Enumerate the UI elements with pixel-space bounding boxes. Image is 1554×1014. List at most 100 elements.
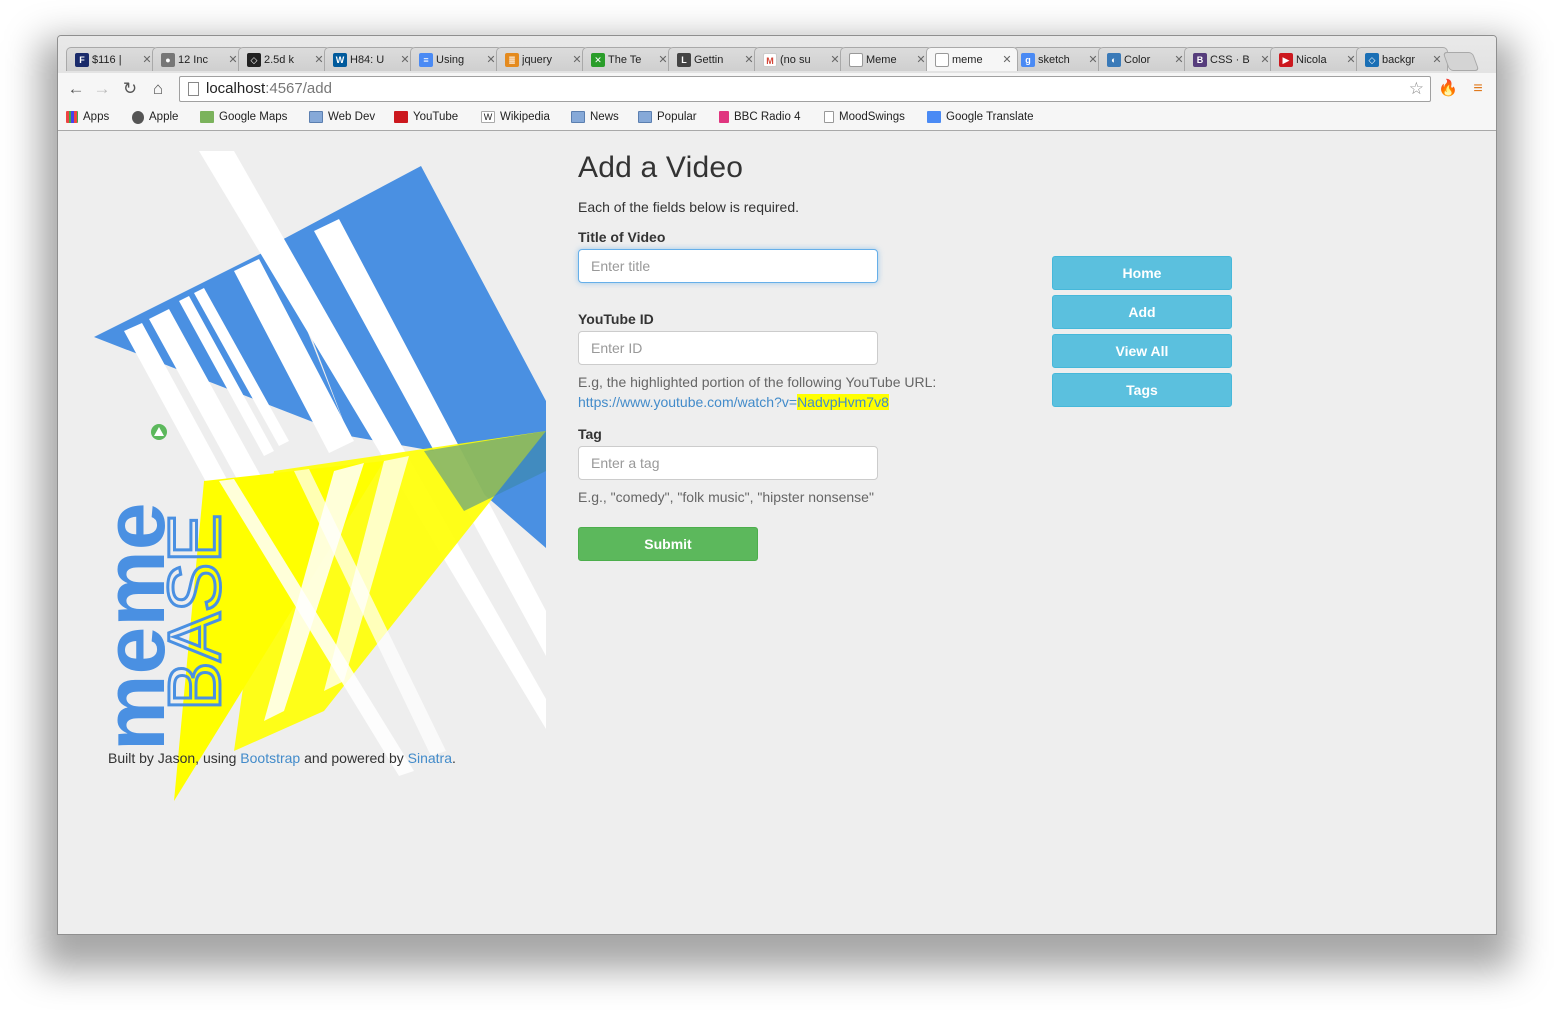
sinatra-link[interactable]: Sinatra bbox=[408, 750, 452, 766]
address-bar[interactable]: localhost:4567/add ☆ bbox=[179, 76, 1431, 102]
youtube-id-label: YouTube ID bbox=[578, 311, 654, 327]
page-icon bbox=[849, 52, 863, 67]
bookmark-popular[interactable]: Popular bbox=[638, 109, 697, 125]
tab[interactable]: B CSS · B ✕ bbox=[1184, 47, 1276, 71]
youtube-help: E.g, the highlighted portion of the foll… bbox=[578, 372, 998, 412]
youtube-example-link[interactable]: https://www.youtube.com/watch?v=NadvpHvm… bbox=[578, 394, 889, 410]
tab[interactable]: ✕ The Te ✕ bbox=[582, 47, 674, 71]
translate-icon bbox=[927, 111, 941, 123]
home-icon[interactable]: ⌂ bbox=[148, 79, 168, 99]
bookmark-youtube[interactable]: YouTube bbox=[394, 109, 458, 125]
x-green-icon: ✕ bbox=[591, 52, 605, 67]
youtube-id-input[interactable] bbox=[578, 331, 878, 365]
tab[interactable]: ● 12 Inc ✕ bbox=[152, 47, 244, 71]
folder-icon bbox=[309, 111, 323, 123]
add-video-form: Add a Video Each of the fields below is … bbox=[578, 151, 998, 561]
tab[interactable]: W H84: U ✕ bbox=[324, 47, 416, 71]
bookmark-bbc-radio-4[interactable]: BBC Radio 4 bbox=[719, 109, 800, 125]
github-icon: ● bbox=[161, 52, 175, 67]
docs-icon: ≡ bbox=[419, 52, 433, 67]
tab[interactable]: ◇ backgr ✕ bbox=[1356, 47, 1448, 71]
close-icon[interactable]: ✕ bbox=[1431, 53, 1443, 66]
youtube-help-text: E.g, the highlighted portion of the foll… bbox=[578, 374, 937, 390]
nav-add-button[interactable]: Add bbox=[1052, 295, 1232, 329]
toolbar: ← → ↻ ⌂ localhost:4567/add ☆ 🔥 ≡ bbox=[58, 73, 1496, 105]
firebug-icon[interactable]: 🔥 bbox=[1438, 79, 1458, 99]
folder-icon bbox=[571, 111, 585, 123]
page-icon bbox=[188, 82, 199, 96]
codepen-icon: ◇ bbox=[1365, 52, 1379, 67]
less-icon: L bbox=[677, 52, 691, 67]
memebase-logo-artwork: meme BASE bbox=[94, 151, 546, 801]
star-icon[interactable]: ☆ bbox=[1409, 77, 1424, 101]
bookmark-apps[interactable]: Apps bbox=[66, 109, 109, 125]
bbc-radio-icon bbox=[719, 111, 729, 123]
youtube-url-id-highlight: NadvpHvm7v8 bbox=[797, 394, 889, 410]
tab[interactable]: g sketch ✕ bbox=[1012, 47, 1104, 71]
tab[interactable]: ◐ Color ✕ bbox=[1098, 47, 1190, 71]
tag-help: E.g., "comedy", "folk music", "hipster n… bbox=[578, 489, 874, 505]
bookmarks-bar: Apps Apple Google Maps Web Dev YouTube W… bbox=[58, 105, 1496, 130]
browser-window: F $116 | ✕ ● 12 Inc ✕ ◇ 2.5d k ✕ W H84: U ✕ ≡ Usi… bbox=[57, 35, 1497, 935]
address-path: :4567/add bbox=[265, 80, 332, 97]
submit-button[interactable]: Submit bbox=[578, 527, 758, 561]
color-icon: ◐ bbox=[1107, 52, 1121, 67]
bookmark-google-translate[interactable]: Google Translate bbox=[927, 109, 1034, 125]
address-host: localhost bbox=[206, 80, 266, 97]
back-icon[interactable]: ← bbox=[66, 79, 86, 99]
folder-icon bbox=[638, 111, 652, 123]
page-icon bbox=[935, 52, 949, 67]
w3c-icon: W bbox=[333, 52, 347, 67]
form-intro: Each of the fields below is required. bbox=[578, 199, 800, 215]
title-label: Title of Video bbox=[578, 229, 666, 245]
nav-view-all-button[interactable]: View All bbox=[1052, 334, 1232, 368]
tab[interactable]: ◇ 2.5d k ✕ bbox=[238, 47, 330, 71]
bootstrap-link[interactable]: Bootstrap bbox=[240, 750, 300, 766]
tab[interactable]: Meme ✕ bbox=[840, 47, 932, 71]
footer: Built by Jason, using Bootstrap and powe… bbox=[108, 750, 456, 766]
bookmark-news[interactable]: News bbox=[571, 109, 619, 125]
tab-active[interactable]: meme ✕ bbox=[926, 47, 1018, 71]
bookmark-moodswings[interactable]: MoodSwings bbox=[824, 109, 905, 125]
reload-icon[interactable]: ↻ bbox=[120, 79, 140, 99]
close-icon[interactable]: ✕ bbox=[1001, 53, 1013, 66]
bookmark-apple[interactable]: Apple bbox=[132, 109, 178, 125]
f-icon: F bbox=[75, 52, 89, 67]
bookmark-web-dev[interactable]: Web Dev bbox=[309, 109, 375, 125]
tag-label: Tag bbox=[578, 426, 602, 442]
footer-suffix: . bbox=[452, 750, 456, 766]
side-navigation: Home Add View All Tags bbox=[1052, 256, 1233, 412]
codepen-icon: ◇ bbox=[247, 52, 261, 67]
bookmark-google-maps[interactable]: Google Maps bbox=[200, 109, 287, 125]
bookmark-wikipedia[interactable]: W Wikipedia bbox=[481, 109, 550, 125]
gmail-icon: M bbox=[763, 52, 777, 67]
page-title: Add a Video bbox=[578, 151, 744, 184]
bootstrap-icon: B bbox=[1193, 52, 1207, 67]
tab[interactable]: F $116 | ✕ bbox=[66, 47, 158, 71]
youtube-url-prefix: https://www.youtube.com/watch?v= bbox=[578, 394, 798, 410]
tab[interactable]: ≣ jquery ✕ bbox=[496, 47, 588, 71]
menu-icon[interactable]: ≡ bbox=[1468, 79, 1488, 99]
apple-icon bbox=[132, 110, 144, 124]
nav-tags-button[interactable]: Tags bbox=[1052, 373, 1232, 407]
maps-icon bbox=[200, 111, 214, 123]
title-input[interactable] bbox=[578, 249, 878, 283]
tab[interactable]: M (no su ✕ bbox=[754, 47, 846, 71]
page-icon bbox=[824, 111, 834, 123]
youtube-icon: ▶ bbox=[1279, 52, 1293, 67]
youtube-icon bbox=[394, 111, 408, 123]
tab[interactable]: ≡ Using ✕ bbox=[410, 47, 502, 71]
tab[interactable]: L Gettin ✕ bbox=[668, 47, 760, 71]
new-tab-button[interactable] bbox=[1442, 52, 1480, 71]
tag-input[interactable] bbox=[578, 446, 878, 480]
forward-icon[interactable]: → bbox=[92, 79, 112, 99]
wikipedia-icon: W bbox=[481, 111, 495, 123]
page-content: meme BASE Add a Video Each of the fields… bbox=[58, 131, 1496, 934]
footer-middle: and powered by bbox=[300, 750, 408, 766]
nav-home-button[interactable]: Home bbox=[1052, 256, 1232, 290]
tab[interactable]: ▶ Nicola ✕ bbox=[1270, 47, 1362, 71]
browser-chrome: F $116 | ✕ ● 12 Inc ✕ ◇ 2.5d k ✕ W H84: U ✕ ≡ Usi… bbox=[58, 36, 1496, 131]
stackoverflow-icon: ≣ bbox=[505, 52, 519, 67]
tab-strip: F $116 | ✕ ● 12 Inc ✕ ◇ 2.5d k ✕ W H84: U ✕ ≡ Usi… bbox=[66, 47, 1496, 71]
